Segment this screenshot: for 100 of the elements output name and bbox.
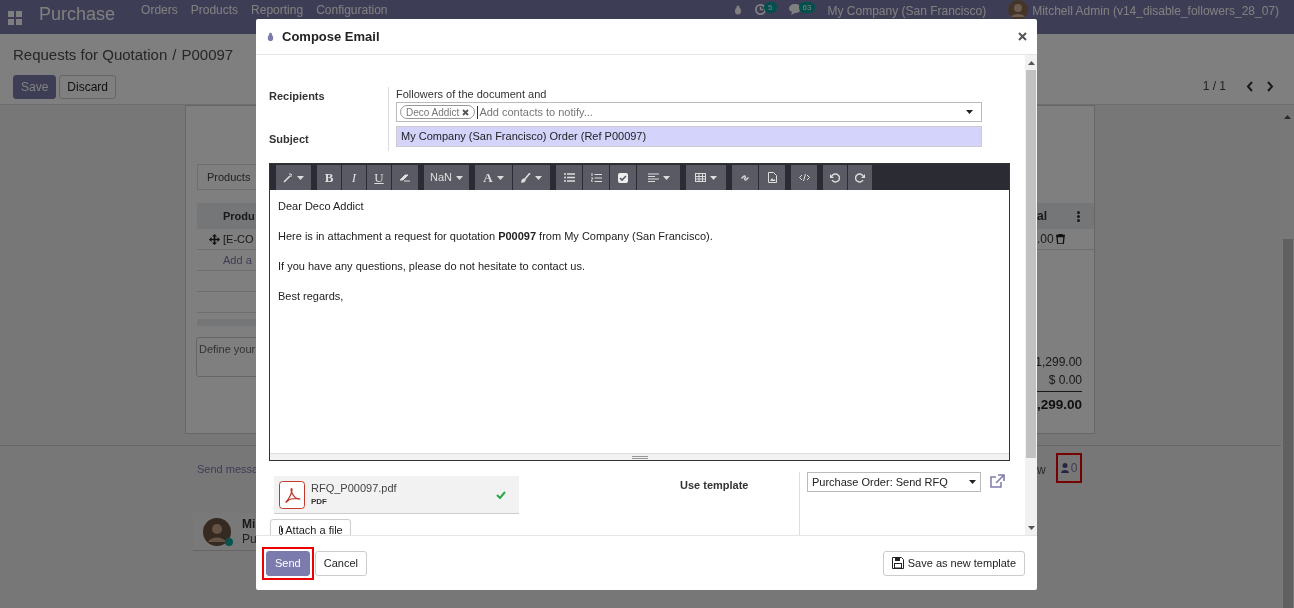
redo-button[interactable] <box>848 165 872 190</box>
scroll-up-icon[interactable] <box>1027 61 1035 65</box>
followers-note: Followers of the document and <box>396 87 548 101</box>
email-paragraph: If you have any questions, please do not hesitate to contact us. <box>278 259 586 274</box>
subject-field[interactable]: My Company (San Francisco) Order (Ref P00097) <box>396 126 982 147</box>
paperclip-icon <box>278 525 285 535</box>
chevron-left-icon <box>1246 80 1253 92</box>
move-icon <box>209 233 220 245</box>
pdf-file-icon <box>279 480 305 509</box>
checklist-button[interactable] <box>610 165 636 190</box>
align-button[interactable] <box>637 165 680 190</box>
separator-bar <box>197 319 256 326</box>
image-file-icon <box>767 172 777 183</box>
numbered-list-button[interactable] <box>583 165 609 190</box>
bullet-list-icon <box>563 173 575 182</box>
clock-icon <box>755 4 767 15</box>
contacts-input[interactable]: Add contacts to notify... <box>477 105 964 119</box>
dialog-button[interactable]: Save as new template <box>882 550 1025 576</box>
resize-handle[interactable] <box>270 453 1009 460</box>
style-button[interactable] <box>276 165 311 190</box>
attach-file-button[interactable]: Attach a file <box>270 519 351 535</box>
breadcrumb-separator: / <box>172 47 177 62</box>
clear-format-button[interactable] <box>392 165 418 190</box>
scroll-down-icon[interactable] <box>1027 526 1035 530</box>
remove-icon <box>462 108 470 116</box>
kebab-icon <box>1077 210 1080 222</box>
magic-wand-icon <box>283 172 293 183</box>
caret-icon <box>662 175 670 180</box>
checkbox-icon <box>618 172 628 183</box>
field-label: Use template <box>680 479 749 491</box>
form-button[interactable]: Save <box>13 75 57 99</box>
dialog-button[interactable]: Cancel <box>314 550 367 576</box>
caret-icon <box>496 175 504 180</box>
attachment-card[interactable]: RFQ_P00097.pdf PDF <box>274 476 519 514</box>
message-badge: 63 <box>798 2 816 13</box>
breadcrumb-link[interactable]: Requests for Quotation <box>13 47 168 62</box>
field-label: Recipients <box>269 89 326 104</box>
font-color-button[interactable]: A <box>475 165 512 190</box>
avatar-icon <box>203 517 231 546</box>
code-view-button[interactable] <box>791 165 817 190</box>
underline-button[interactable]: U <box>367 165 391 190</box>
italic-button[interactable]: I <box>342 165 366 190</box>
menu-item[interactable]: Reporting <box>251 4 304 16</box>
brush-icon <box>521 172 531 183</box>
caret-icon <box>456 175 463 180</box>
dialog-scrollbar[interactable] <box>1025 55 1037 535</box>
link-icon <box>740 172 750 183</box>
company-switcher[interactable]: My Company (San Francisco) <box>827 5 987 17</box>
caret-icon <box>969 480 976 484</box>
attachment-type: PDF <box>311 495 328 508</box>
code-icon <box>798 174 810 181</box>
caret-icon <box>535 175 542 180</box>
menu-item[interactable]: Products <box>190 4 239 16</box>
caret-icon <box>710 175 717 180</box>
add-line-link[interactable]: Add a <box>223 251 252 269</box>
column-header: Produ <box>223 208 255 224</box>
breadcrumb-current: P00097 <box>181 47 234 62</box>
table-cell-text: [E-CO <box>223 231 254 247</box>
menu-item[interactable]: Configuration <box>316 4 388 16</box>
user-menu[interactable]: Mitchell Admin (v14_disable_followers_28_07) <box>1032 5 1279 17</box>
bold-button[interactable]: B <box>317 165 341 190</box>
next-icon[interactable] <box>1267 80 1274 92</box>
caret-icon <box>966 110 973 114</box>
chat-icon <box>788 4 801 15</box>
message-author: Mi <box>242 516 257 532</box>
redo-icon <box>855 172 865 183</box>
apps-menu-icon[interactable] <box>8 11 22 25</box>
app-title: Purchase <box>39 5 116 23</box>
bullet-list-button[interactable] <box>556 165 582 190</box>
menu-item[interactable]: Orders <box>141 4 178 16</box>
column-header: al <box>1037 208 1047 225</box>
media-button[interactable] <box>759 165 785 190</box>
previous-icon[interactable] <box>1246 80 1253 92</box>
pager: 1 / 1 <box>1202 78 1226 95</box>
template-select[interactable]: Purchase Order: Send RFQ <box>807 472 981 492</box>
align-icon <box>647 173 659 182</box>
field-label: Subject <box>269 131 310 147</box>
dialog-title: Compose Email <box>282 27 380 46</box>
form-button[interactable]: Discard <box>59 75 117 99</box>
font-size-button[interactable]: NaN <box>424 165 469 190</box>
email-paragraph: Dear Deco Addict <box>278 199 365 214</box>
total-amount: $ 0.00 <box>1048 372 1082 389</box>
chevron-right-icon <box>1267 80 1274 92</box>
dialog-button[interactable]: Send <box>266 550 310 576</box>
undo-button[interactable] <box>823 165 847 190</box>
contacts-field[interactable]: Deco Addict Add contacts to notify... <box>396 102 982 122</box>
numbered-list-icon <box>590 172 602 183</box>
scroll-up-icon[interactable] <box>1284 115 1291 119</box>
attachment-name: RFQ_P00097.pdf <box>311 481 398 495</box>
chatter-link[interactable]: w <box>1037 461 1046 483</box>
table-cell-text: .00 <box>1037 231 1054 248</box>
avatar-icon <box>1008 0 1029 20</box>
table-button[interactable] <box>686 165 726 190</box>
caret-icon <box>297 175 304 180</box>
email-paragraph: Best regards, <box>278 289 345 304</box>
undo-icon <box>830 172 840 183</box>
highlight-button[interactable] <box>513 165 550 190</box>
user-icon <box>1060 463 1069 473</box>
trash-icon <box>1055 234 1065 244</box>
activity-badge: 5 <box>764 2 777 13</box>
